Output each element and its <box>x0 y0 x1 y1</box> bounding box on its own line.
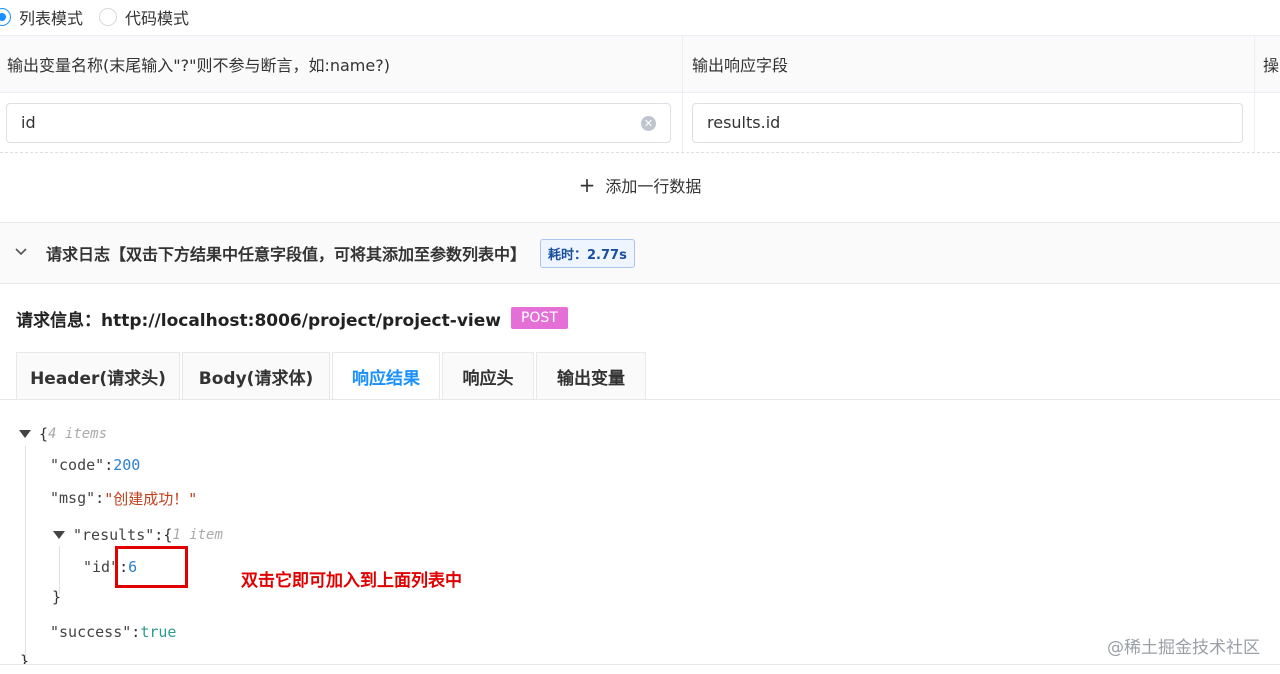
tabs-divider <box>0 399 1280 400</box>
tree-guide-line <box>25 446 26 664</box>
mode-switch: 列表模式 代码模式 <box>0 0 1280 34</box>
caret-down-icon[interactable] <box>19 430 31 438</box>
item-count: 1 item <box>172 527 223 543</box>
request-info: 请求信息：http://localhost:8006/project/proje… <box>16 304 568 332</box>
response-tabs: Header(请求头) Body(请求体) 响应结果 响应头 输出变量 <box>16 352 648 400</box>
request-log-header[interactable]: 请求日志【双击下方结果中任意字段值，可将其添加至参数列表中】 耗时：2.77s <box>0 222 1280 284</box>
elapsed-time-badge: 耗时：2.77s <box>540 238 635 268</box>
response-field-input[interactable]: results.id <box>692 102 1243 143</box>
caret-down-icon[interactable] <box>53 531 65 539</box>
table-header: 输出变量名称(末尾输入"?"则不参与断言，如:name?) 输出响应字段 操 <box>0 35 1280 93</box>
json-code-line[interactable]: "code" : 200 <box>50 454 140 476</box>
json-success-line[interactable]: "success" : true <box>50 621 176 643</box>
variable-name-value: id <box>21 113 36 132</box>
radio-unchecked-icon <box>99 8 118 26</box>
annotation-highlight-box <box>115 546 188 588</box>
tab-header[interactable]: Header(请求头) <box>16 352 180 400</box>
add-row-button[interactable]: + 添加一行数据 <box>0 165 1280 205</box>
tab-output-variables[interactable]: 输出变量 <box>536 352 646 400</box>
tab-response-result[interactable]: 响应结果 <box>332 352 440 400</box>
code-mode-label: 代码模式 <box>125 9 190 28</box>
output-variable-table: 输出变量名称(末尾输入"?"则不参与断言，如:name?) 输出响应字段 操 i… <box>0 35 1280 153</box>
json-code-value[interactable]: 200 <box>113 456 140 474</box>
json-msg-value[interactable]: "创建成功！" <box>104 488 197 509</box>
json-root-close: } <box>20 652 30 664</box>
plus-icon: + <box>578 173 596 197</box>
column-header-response-field: 输出响应字段 <box>683 36 1255 92</box>
radio-checked-icon <box>0 8 11 26</box>
table-row: id ✕ results.id <box>0 93 1280 153</box>
tab-body[interactable]: Body(请求体) <box>182 352 330 400</box>
variable-name-input[interactable]: id ✕ <box>6 102 671 143</box>
json-results-close: } <box>52 588 62 606</box>
item-count: 4 items <box>48 426 108 442</box>
json-results-line[interactable]: "results" : { 1 item <box>53 524 223 546</box>
tab-response-headers[interactable]: 响应头 <box>442 352 534 400</box>
request-info-text: 请求信息：http://localhost:8006/project/proje… <box>16 310 501 331</box>
annotation-text: 双击它即可加入到上面列表中 <box>241 571 462 591</box>
list-mode-radio[interactable]: 列表模式 <box>0 5 83 29</box>
response-field-value: results.id <box>707 113 781 132</box>
column-header-variable-name: 输出变量名称(末尾输入"?"则不参与断言，如:name?) <box>0 36 683 92</box>
column-header-actions: 操 <box>1263 56 1280 75</box>
watermark: @稀土掘金技术社区 <box>1107 638 1260 658</box>
add-row-label: 添加一行数据 <box>605 177 702 196</box>
clear-icon[interactable]: ✕ <box>641 115 656 131</box>
json-root-line[interactable]: { 4 items <box>19 423 107 445</box>
json-msg-line[interactable]: "msg" : "创建成功！" <box>50 487 197 509</box>
chevron-down-icon[interactable] <box>14 245 36 261</box>
json-success-value[interactable]: true <box>140 623 176 641</box>
list-mode-label: 列表模式 <box>19 9 84 28</box>
request-log-title: 请求日志【双击下方结果中任意字段值，可将其添加至参数列表中】 <box>46 245 527 264</box>
code-mode-radio[interactable]: 代码模式 <box>99 5 189 29</box>
bottom-divider <box>0 664 1280 665</box>
method-badge: POST <box>510 307 568 329</box>
